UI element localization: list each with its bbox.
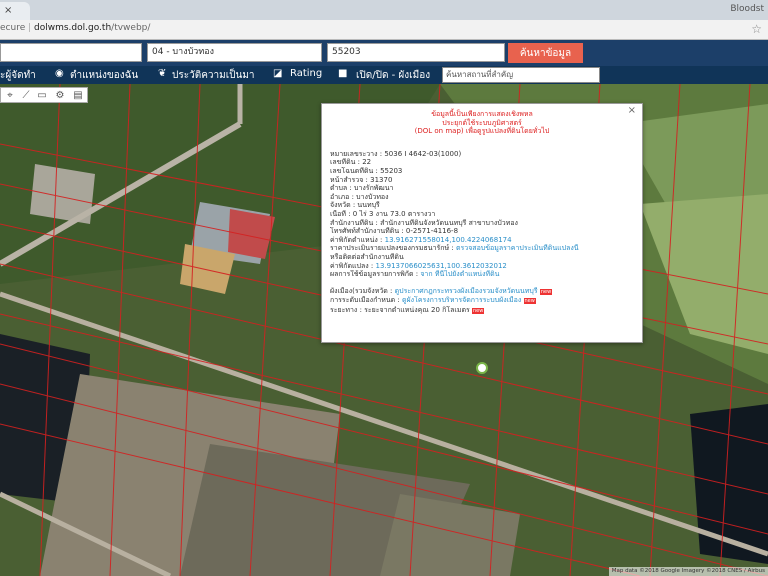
popup-row: โทรศัพท์สำนักงานที่ดิน : 0-2571-4116-8 (330, 227, 459, 236)
popup-row: ตำบล : บางรักพัฒนา (330, 184, 394, 193)
distance-text: ระยะทาง : ระยะจากตำแหน่งคุณ 20 กิโลเมตร (330, 305, 470, 314)
popup-row: เลขโฉนดที่ดิน : 55203 (330, 166, 403, 175)
popup-notice-2: ประยุกต์ใช้ระบบภูมิศาสตร์ (442, 118, 522, 127)
menu-my-location[interactable]: ตำแหน่งของฉัน (70, 68, 138, 83)
parcel-number-input[interactable]: 55203 (327, 43, 505, 62)
land-plan-row: การระดับเมืองกำหนด : ดูผังโครงการบริหารจ… (330, 296, 634, 306)
city-plan-row: ผังเมือง(รวมจังหวัด : ดูประกาศกฎกระทรวงผ… (330, 287, 634, 297)
province-select[interactable] (0, 43, 142, 62)
url-text[interactable]: ecure | dolwms.dol.go.th/tvwebp/ (0, 23, 150, 37)
close-icon[interactable]: × (628, 106, 636, 116)
checkbox-icon[interactable]: ■ (338, 68, 347, 79)
parcel-info-popup: × ข้อมูลนี้เป็นเพียงการแสดงเชิงพหล ประยุ… (321, 103, 643, 343)
distance-row: ระยะทาง : ระยะจากตำแหน่งคุณ 20 กิโลเมตร … (330, 306, 634, 316)
popup-row: สำนักงานที่ดิน : สำนักงานที่ดินจังหวัดนน… (330, 218, 518, 227)
print-icon[interactable]: ▤ (71, 89, 85, 102)
popup-row: เลขที่ดิน : 22 (330, 158, 372, 167)
area-tool-icon[interactable]: ▭ (35, 89, 49, 102)
popup-row: หน้าสำรวจ : 31370 (330, 175, 393, 184)
navigation-link[interactable]: จาก ที่นี่ไปยังตำแหน่งที่ดิน (420, 270, 499, 278)
browser-tab[interactable]: × (0, 2, 30, 20)
tab-right-label: Bloodst (730, 4, 764, 14)
popup-row: จังหวัด : นนทบุรี (330, 201, 380, 210)
line-tool-icon[interactable]: ⟋ (19, 89, 33, 102)
main-menu: ะผู้จัดทำ ◉ ตำแหน่งของฉัน ❦ ประวัติความเ… (0, 66, 768, 84)
popup-row: เนื้อที่ : 0 ไร่ 3 งาน 73.0 ตารางวา (330, 209, 436, 218)
navigation-row: ผลการใช้ข้อมูลรายการพิกัด : จาก ที่นี่ไป… (330, 270, 634, 279)
price-label: ราคาประเมินรายแปลงของกรมธนารักษ์ : (330, 244, 454, 253)
new-badge: new (523, 298, 536, 305)
new-badge: new (539, 288, 553, 295)
popup-row: หมายเลขระวาง : 5036 I 4642-03(1000) (330, 149, 462, 158)
close-tab-icon[interactable]: × (4, 5, 12, 16)
menu-history[interactable]: ประวัติความเป็นมา (172, 68, 255, 83)
popup-notice-1: ข้อมูลนี้เป็นเพียงการแสดงเชิงพหล (431, 110, 533, 118)
new-badge: new (471, 307, 485, 314)
office-contact: หรือติดต่อสำนักงานที่ดิน (330, 252, 404, 261)
parcel-coordinate-label: ค่าพิกัดแปลง : (330, 261, 374, 270)
land-plan-label: การระดับเมืองกำหนด : (330, 296, 400, 305)
settings-icon[interactable]: ⚙ (53, 89, 67, 102)
url-path: /tvwebp/ (111, 23, 151, 33)
parcel-marker-icon[interactable] (476, 362, 488, 374)
city-plan-link[interactable]: ดูประกาศกฎกระทรวงผังเมืองรวมจังหวัดนนทบุ… (395, 287, 538, 295)
popup-notice-3: (DOL on map) เพื่อดูรูปแปลงที่ดินโดยทั่ว… (414, 127, 550, 136)
bookmark-star-icon[interactable]: ☆ (751, 22, 762, 36)
place-search-input[interactable]: ค้นหาสถานที่สำคัญ (442, 67, 600, 83)
parcel-coordinate-row: ค่าพิกัดแปลง : 13.9137066025631,100.3612… (330, 262, 634, 271)
search-button[interactable]: ค้นหาข้อมูล (508, 43, 583, 63)
rating-icon: ◪ (273, 68, 283, 79)
menu-rating[interactable]: Rating (290, 68, 322, 79)
url-host: dolwms.dol.go.th (34, 23, 112, 33)
price-link[interactable]: ตรวจสอบข้อมูลราคาประเมินที่ดินแปลงนี้ (456, 244, 579, 252)
coordinate-label: ค่าพิกัดตำแหน่ง : (330, 235, 383, 244)
coordinate-row: ค่าพิกัดตำแหน่ง : 13.916271558014,100.42… (330, 236, 634, 245)
browser-tab-bar: × Bloodst (0, 0, 768, 20)
city-plan-label: ผังเมือง(รวมจังหวัด : (330, 286, 393, 295)
url-security: ecure (0, 23, 26, 33)
search-toolbar: 04 - บางบัวทอง 55203 ค้นหาข้อมูล (0, 40, 768, 66)
parcel-coordinate-link[interactable]: 13.9137066025631,100.3612032012 (376, 262, 507, 270)
district-select[interactable]: 04 - บางบัวทอง (147, 43, 322, 62)
coordinate-link[interactable]: 13.916271558014,100.4224068174 (385, 236, 512, 244)
menu-about-creator[interactable]: ะผู้จัดทำ (0, 68, 36, 83)
menu-zoning-toggle[interactable]: เปิด/ปิด - ผังเมือง (356, 68, 430, 83)
navigation-label: ผลการใช้ข้อมูลรายการพิกัด : (330, 270, 419, 279)
address-bar[interactable]: ecure | dolwms.dol.go.th/tvwebp/ ☆ (0, 20, 768, 40)
leaf-icon: ❦ (158, 68, 167, 79)
map-toolbar: ⌖ ⟋ ▭ ⚙ ▤ (0, 87, 88, 103)
map-attribution[interactable]: Map data ©2018 Google Imagery ©2018 CNES… (608, 567, 768, 576)
pin-icon[interactable]: ⌖ (3, 89, 17, 102)
land-plan-link[interactable]: ดูผังโครงการบริหารจัดการระบบผังเมือง (402, 296, 521, 304)
location-icon[interactable]: ◉ (55, 68, 64, 79)
popup-row: อำเภอ : บางบัวทอง (330, 192, 389, 201)
price-row: ราคาประเมินรายแปลงของกรมธนารักษ์ : ตรวจส… (330, 244, 634, 253)
